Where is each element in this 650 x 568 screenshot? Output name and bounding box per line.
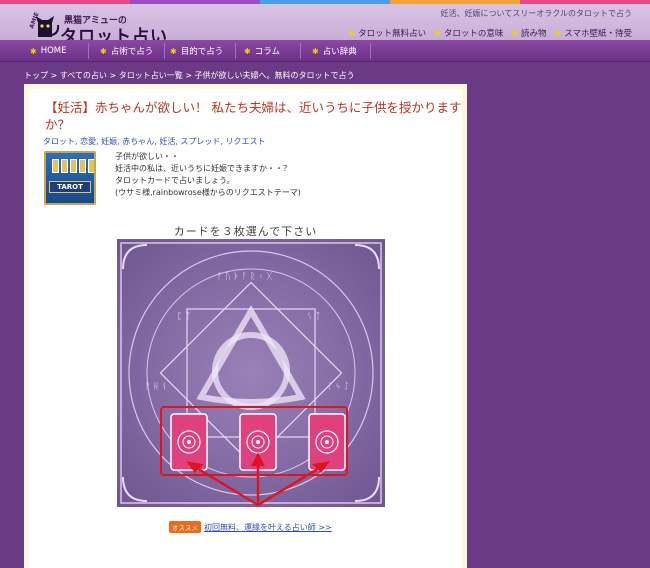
- header-nav: ✱ タロット無料占い ✱ タロットの意味 ✱ 読み物 ✱ スマホ壁紙・待受: [348, 27, 632, 40]
- article: 【妊活】赤ちゃんが欲しい！ 私たち夫婦は、近いうちに子供を授かりますか？ タロッ…: [29, 89, 462, 568]
- tarot-thumbnail: TAROT: [44, 151, 96, 205]
- promo-link[interactable]: 初回無料、運縁を叶える占い師 >>: [204, 522, 332, 533]
- tarot-card-3: [308, 413, 346, 471]
- star-icon: ✱: [30, 46, 37, 56]
- svg-text:ᛈ ᛉ: ᛈ ᛉ: [177, 311, 191, 322]
- black-cat-icon[interactable]: [34, 13, 60, 39]
- svg-text:ᚠ ᚢ ᚦ ᚨ ᚱ ᚲ ᚷ: ᚠ ᚢ ᚦ ᚨ ᚱ ᚲ ᚷ: [217, 271, 273, 282]
- header-nav-reading[interactable]: ✱ 読み物: [511, 27, 546, 40]
- tarot-board: ᚠ ᚢ ᚦ ᚨ ᚱ ᚲ ᚷ ᚹ ᚺ ᚾ ᛁ ᛃ ᛇ ᛈ ᛉ ᛊ ᛏ: [117, 239, 385, 507]
- site-header: AMIE 黒猫アミューの タロット占い 妊活、妊娠についてスリーオラクルのタロッ…: [0, 4, 650, 47]
- nav-by-method[interactable]: ✱ 占術で占う: [100, 40, 153, 62]
- star-icon: ✱: [511, 28, 519, 38]
- tarot-card-1: [170, 413, 208, 471]
- article-description: 子供が欲しい・・ 妊活中の私は、近いうちに妊娠できますか・・？ タロットカードで…: [115, 152, 301, 197]
- svg-text:ᛁ ᛃ ᛇ: ᛁ ᛃ ᛇ: [327, 381, 349, 392]
- star-icon: ✱: [170, 46, 177, 56]
- header-nav-tarot-meaning[interactable]: ✱ タロットの意味: [434, 27, 503, 40]
- card-instruction: カードを３枚選んで下さい: [173, 225, 318, 238]
- nav-home[interactable]: ✱ HOME: [30, 40, 67, 62]
- svg-text:ᛊ ᛏ: ᛊ ᛏ: [307, 311, 321, 322]
- header-nav-wallpaper[interactable]: ✱ スマホ壁紙・待受: [554, 27, 632, 40]
- nav-divider: [235, 43, 236, 59]
- recommend-badge: オススメ: [169, 521, 201, 533]
- star-icon: ✱: [434, 28, 441, 38]
- nav-column[interactable]: ✱ コラム: [244, 40, 280, 62]
- star-icon: ✱: [348, 28, 356, 38]
- star-icon: ✱: [554, 28, 562, 38]
- nav-divider: [370, 43, 371, 59]
- star-icon: ✱: [244, 46, 251, 56]
- breadcrumb[interactable]: トップ > すべての占い > タロット占い一覧 > 子供が欲しい夫婦へ。無料のタ…: [24, 70, 354, 81]
- nav-divider: [300, 43, 301, 59]
- nav-divider: [164, 43, 165, 59]
- thumbnail-label: TAROT: [49, 181, 91, 193]
- promo-link-row: オススメ 初回無料、運縁を叶える占い師 >>: [169, 521, 332, 533]
- header-nav-free-tarot[interactable]: ✱ タロット無料占い: [348, 27, 426, 40]
- content-panel: 【妊活】赤ちゃんが欲しい！ 私たち夫婦は、近いうちに子供を授かりますか？ タロッ…: [24, 84, 467, 568]
- nav-by-purpose[interactable]: ✱ 目的で占う: [170, 40, 223, 62]
- page-title: 【妊活】赤ちゃんが欲しい！ 私たち夫婦は、近いうちに子供を授かりますか？: [45, 100, 462, 132]
- star-icon: ✱: [312, 46, 319, 56]
- tag-list[interactable]: タロット, 恋愛, 妊娠, 赤ちゃん, 妊活, スプレッド, リクエスト: [43, 136, 266, 147]
- nav-dictionary[interactable]: ✱ 占い辞典: [312, 40, 357, 62]
- star-icon: ✱: [100, 46, 107, 56]
- site-tagline: 妊活、妊娠についてスリーオラクルのタロットで占う: [440, 9, 632, 18]
- svg-text:ᚹ ᚺ ᚾ: ᚹ ᚺ ᚾ: [145, 381, 167, 392]
- nav-divider: [88, 43, 89, 59]
- main-nav: ✱ HOME ✱ 占術で占う ✱ 目的で占う ✱ コラム ✱ 占い辞典: [0, 40, 650, 62]
